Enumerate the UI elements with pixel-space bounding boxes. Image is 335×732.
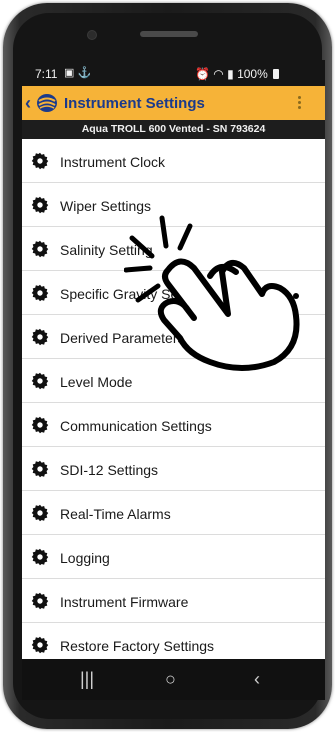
settings-item-label: Instrument Clock [60, 154, 166, 170]
gear-icon [31, 284, 49, 302]
back-icon[interactable]: ‹ [254, 669, 260, 690]
tap-hand-icon [124, 215, 300, 371]
signal-icon: ▮ [227, 67, 234, 81]
gear-icon [31, 416, 49, 434]
more-vertical-icon[interactable] [298, 96, 302, 112]
settings-item-communication-settings[interactable]: Communication Settings [22, 403, 325, 447]
status-time: 7:11 [35, 67, 58, 81]
settings-item-label: Instrument Firmware [60, 594, 189, 610]
battery-percent: 100% [237, 67, 268, 81]
gear-icon [31, 592, 49, 610]
settings-item-instrument-clock[interactable]: Instrument Clock [22, 139, 325, 183]
gear-icon [31, 460, 49, 478]
gear-icon [31, 372, 49, 390]
gear-icon [31, 504, 49, 522]
settings-item-label: SDI-12 Settings [60, 462, 159, 478]
home-icon[interactable]: ○ [165, 669, 176, 690]
app-logo-icon [37, 94, 57, 112]
gear-icon [31, 328, 49, 346]
front-camera-icon [88, 31, 96, 39]
earpiece-speaker [140, 31, 198, 37]
settings-item-sdi12-settings[interactable]: SDI-12 Settings [22, 447, 325, 491]
gear-icon [31, 548, 49, 566]
screen: 7:11 ▣ ⚓ ⏰ ◠ ▮ 100% ‹ Instrument Setting… [22, 60, 325, 700]
gear-icon [31, 636, 49, 654]
settings-item-label: Restore Factory Settings [60, 638, 215, 654]
gear-icon [31, 196, 49, 214]
status-bar: 7:11 ▣ ⚓ ⏰ ◠ ▮ 100% [22, 60, 325, 86]
settings-item-label: Logging [60, 550, 110, 566]
gear-icon [31, 240, 49, 258]
alarm-icon: ⏰ [195, 67, 210, 81]
device-subtitle: Aqua TROLL 600 Vented - SN 793624 [22, 120, 325, 139]
gear-icon [31, 152, 49, 170]
notification-icons: ▣ ⚓ [64, 67, 92, 79]
settings-item-real-time-alarms[interactable]: Real-Time Alarms [22, 491, 325, 535]
android-nav-bar: ||| ○ ‹ [22, 659, 325, 700]
wifi-icon: ◠ [213, 67, 224, 81]
settings-item-instrument-firmware[interactable]: Instrument Firmware [22, 579, 325, 623]
settings-item-label: Real-Time Alarms [60, 506, 171, 522]
page-title: Instrument Settings [64, 95, 205, 112]
battery-icon [273, 69, 280, 79]
status-right: ⏰ ◠ ▮ 100% [195, 67, 280, 81]
app-bar: ‹ Instrument Settings [22, 86, 325, 120]
settings-item-logging[interactable]: Logging [22, 535, 325, 579]
settings-item-label: Communication Settings [60, 418, 212, 434]
chevron-left-icon[interactable]: ‹ [25, 93, 31, 114]
recent-apps-icon[interactable]: ||| [80, 669, 94, 690]
settings-item-label: Level Mode [60, 374, 133, 390]
